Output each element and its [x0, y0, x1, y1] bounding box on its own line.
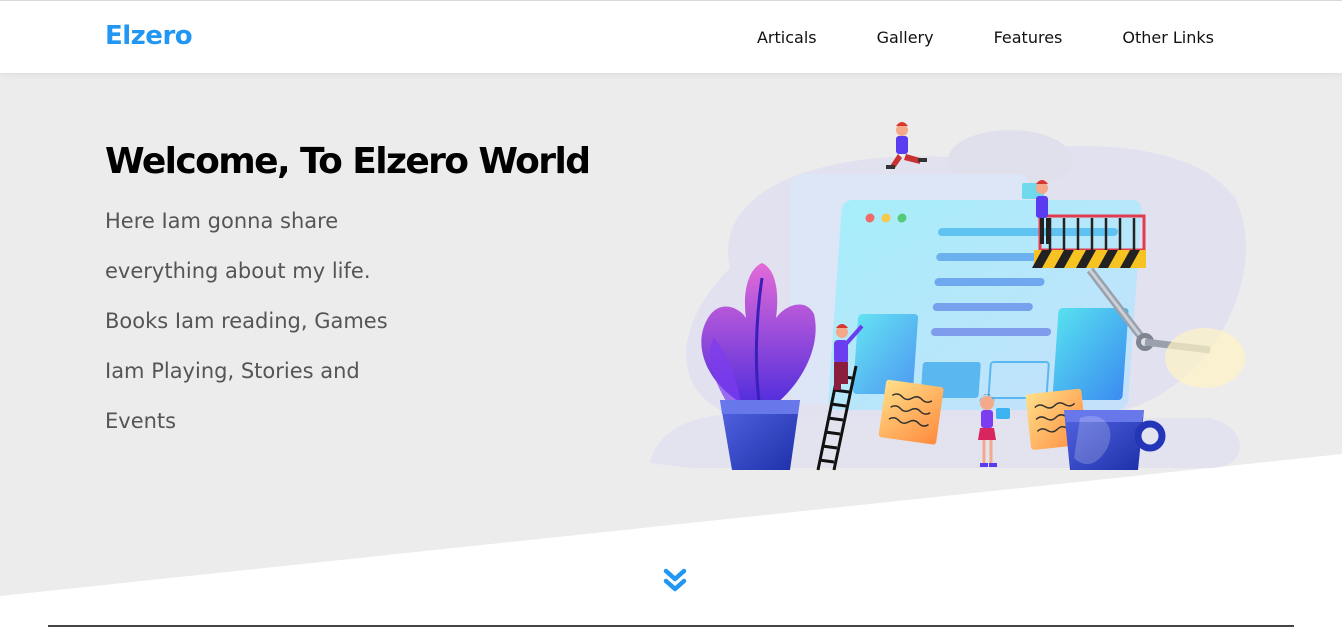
web-design-team-illustration	[650, 122, 1246, 471]
hero-text: Here Iam gonna share everything about my…	[105, 209, 388, 433]
nav-link-articals[interactable]: Articals	[757, 28, 817, 47]
site-header: Elzero Articals Gallery Features Other L…	[0, 0, 1342, 73]
nav-link-features[interactable]: Features	[994, 28, 1063, 47]
landing-section: Welcome, To Elzero World Here Iam gonna …	[0, 73, 1342, 627]
logo-link[interactable]: Elzero	[105, 21, 193, 51]
main-nav: Articals Gallery Features Other Links	[697, 1, 1214, 74]
nav-link-gallery[interactable]: Gallery	[877, 28, 934, 47]
nav-link-other-links[interactable]: Other Links	[1122, 28, 1214, 47]
hero-title: Welcome, To Elzero World	[105, 141, 591, 182]
double-chevron-down-icon[interactable]	[660, 567, 690, 595]
